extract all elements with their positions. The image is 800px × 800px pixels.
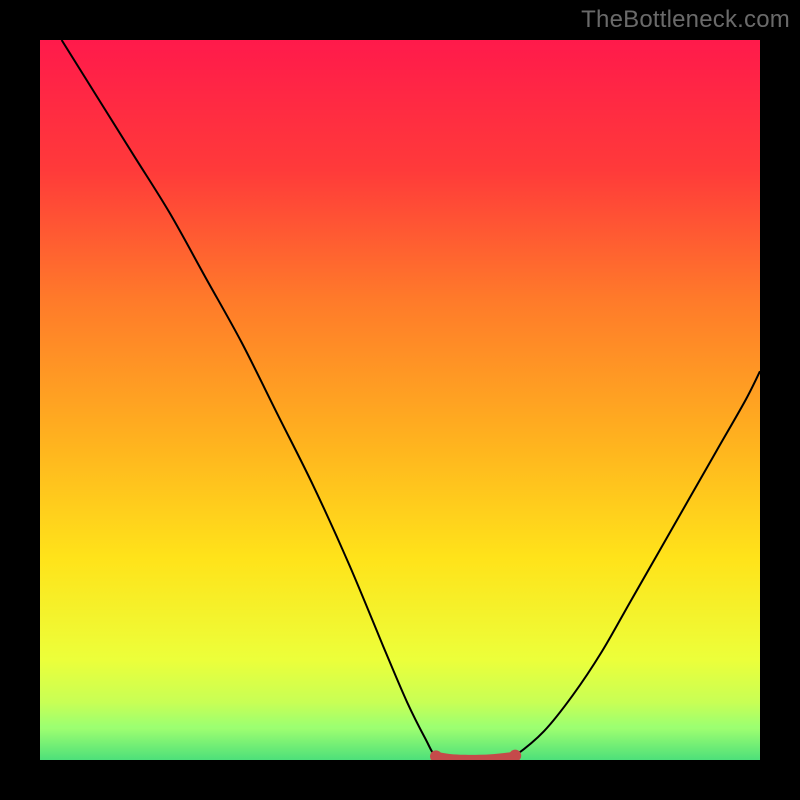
chart-trough-marker [436,756,515,760]
chart-plot-area [40,40,760,760]
chart-svg [40,40,760,760]
chart-background-gradient [40,40,760,760]
chart-bottom-band [40,728,760,760]
watermark-text: TheBottleneck.com [581,6,790,34]
app-frame: TheBottleneck.com [0,0,800,800]
